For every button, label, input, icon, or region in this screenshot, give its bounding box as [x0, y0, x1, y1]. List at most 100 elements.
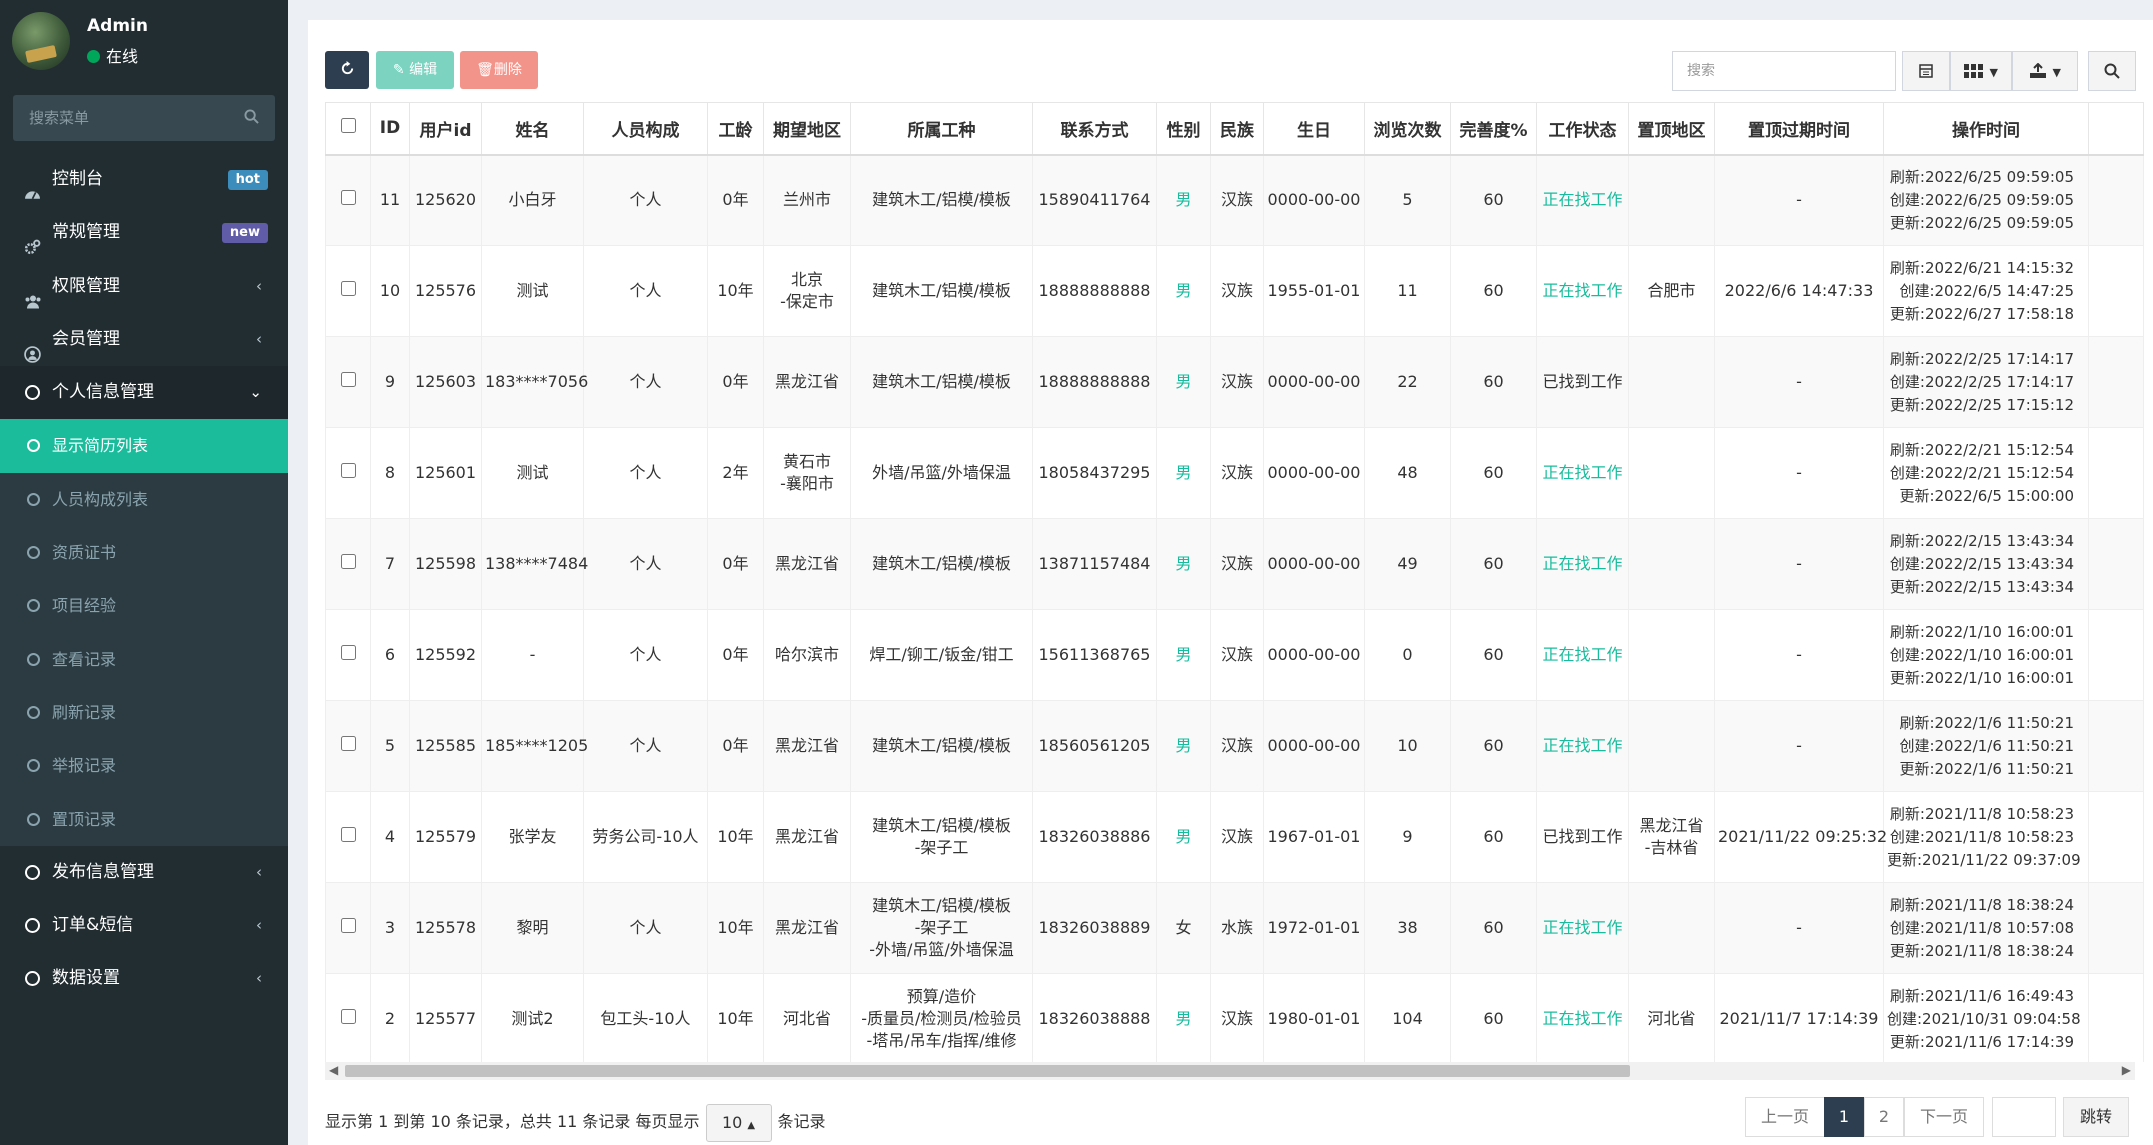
sidebar-item-label: 发布信息管理	[52, 861, 154, 882]
op-time-updated: 更新:2022/6/27 17:58:18	[1889, 304, 2074, 323]
sidebar-item-permissions[interactable]: 权限管理 ‹	[0, 260, 288, 313]
column-header[interactable]: 工作状态	[1536, 102, 1629, 156]
op-time-created: 创建:2021/11/8 10:57:08	[1889, 918, 2074, 937]
work-years-cell: 10年	[707, 882, 764, 974]
phone-cell: 15611368765	[1032, 609, 1157, 701]
user-id-cell: 125603	[409, 336, 482, 428]
expected-area-cell: 河北省	[763, 973, 851, 1062]
row-checkbox[interactable]	[340, 554, 356, 569]
table-search-input[interactable]	[1672, 51, 1896, 91]
operation-time-cell: 刷新:2021/11/8 10:58:23 创建:2021/11/8 10:58:…	[1883, 791, 2089, 883]
scroll-right-icon[interactable]: ▶	[2122, 1063, 2131, 1077]
row-checkbox[interactable]	[340, 281, 356, 296]
column-header[interactable]: 工龄	[707, 102, 764, 156]
advanced-search-button[interactable]	[2088, 51, 2136, 91]
horizontal-scrollbar[interactable]: ◀ ▶	[325, 1062, 2135, 1080]
column-header[interactable]: 生日	[1263, 102, 1365, 156]
expected-area-cell: 黑龙江省	[763, 700, 851, 792]
sidebar-item-label: 数据设置	[52, 968, 120, 989]
jump-button[interactable]: 跳转	[2063, 1097, 2129, 1137]
completeness-cell: 60	[1450, 427, 1537, 519]
row-checkbox[interactable]	[340, 190, 356, 206]
prev-page-button[interactable]: 上一页	[1745, 1097, 1825, 1137]
ethnicity-cell: 水族	[1210, 882, 1264, 974]
column-header[interactable]: 浏览次数	[1364, 102, 1451, 156]
pin-area-cell	[1628, 427, 1715, 519]
user-id-cell: 125579	[409, 791, 482, 883]
row-checkbox[interactable]	[340, 463, 356, 478]
birthday-cell: 1980-01-01	[1263, 973, 1365, 1062]
column-header[interactable]: 置顶过期时间	[1714, 102, 1884, 156]
user-name: Admin	[87, 16, 148, 36]
delete-button[interactable]: 🗑删除	[460, 51, 538, 89]
views-cell: 38	[1364, 882, 1451, 974]
page-2-button[interactable]: 2	[1864, 1097, 1904, 1137]
row-checkbox[interactable]	[340, 918, 356, 933]
row-checkbox[interactable]	[340, 372, 356, 387]
sidebar-item-staff-composition[interactable]: 人员构成列表	[0, 472, 288, 527]
jump-page-input[interactable]	[1992, 1097, 2056, 1137]
op-time-refresh: 刷新:2021/11/6 16:49:43	[1889, 986, 2074, 1005]
sidebar-item-resume-list[interactable]: 显示简历列表	[0, 419, 288, 473]
scrollbar-thumb[interactable]	[345, 1065, 1630, 1077]
edit-button[interactable]: ✎ 编辑	[376, 51, 454, 89]
pin-expire-cell: 2022/6/6 14:47:33	[1714, 245, 1884, 337]
trade-cell-line: 建筑木工/铝模/模板	[872, 372, 1011, 391]
sidebar-item-project-experience[interactable]: 项目经验	[0, 579, 288, 633]
sidebar-item-refresh-records[interactable]: 刷新记录	[0, 685, 288, 740]
row-checkbox[interactable]	[340, 736, 356, 751]
column-header[interactable]: 用户id	[409, 102, 482, 156]
page-size-dropdown[interactable]: 10 ▲	[705, 1103, 772, 1142]
gender-cell: 男	[1156, 791, 1211, 883]
sidebar-search-input[interactable]	[13, 95, 233, 141]
column-header[interactable]: 联系方式	[1032, 102, 1157, 156]
column-header[interactable]: 完善度%	[1450, 102, 1537, 156]
column-header[interactable]: 姓名	[481, 102, 584, 156]
row-select-cell	[325, 882, 371, 974]
ethnicity-cell: 汉族	[1210, 336, 1264, 428]
sidebar: Admin 在线 控制台 hot 常规管理 new 权限管理 ‹ 会员管理 ‹	[0, 0, 288, 1145]
select-all-checkbox[interactable]	[340, 118, 356, 134]
sidebar-item-publish[interactable]: 发布信息管理 ‹	[0, 846, 288, 899]
birthday-cell: 0000-00-00	[1263, 700, 1365, 792]
sidebar-item-view-records[interactable]: 查看记录	[0, 632, 288, 686]
user-id-cell: 125601	[409, 427, 482, 519]
page-1-button[interactable]: 1	[1824, 1097, 1864, 1137]
sidebar-item-general[interactable]: 常规管理 new	[0, 206, 288, 259]
column-header[interactable]: ID	[370, 102, 410, 156]
pin-expire-cell: -	[1714, 336, 1884, 428]
ethnicity-cell: 汉族	[1210, 427, 1264, 519]
row-checkbox[interactable]	[340, 1009, 356, 1024]
cogs-icon	[24, 225, 41, 255]
column-header[interactable]: 性别	[1156, 102, 1211, 156]
search-icon[interactable]	[244, 109, 259, 129]
column-header[interactable]: 期望地区	[763, 102, 851, 156]
toggle-view-button[interactable]	[1902, 51, 1950, 91]
sidebar-item-personal-info[interactable]: 个人信息管理 ⌄	[0, 366, 288, 420]
scroll-left-icon[interactable]: ◀	[329, 1063, 338, 1077]
work-years-cell: 10年	[707, 973, 764, 1062]
sidebar-item-report-records[interactable]: 举报记录	[0, 739, 288, 793]
column-header[interactable]: 人员构成	[583, 102, 708, 156]
column-header[interactable]: 操作时间	[1883, 102, 2089, 156]
row-checkbox[interactable]	[340, 827, 356, 842]
phone-cell: 18326038889	[1032, 882, 1157, 974]
sidebar-item-pin-records[interactable]: 置顶记录	[0, 792, 288, 846]
operation-time-cell: 刷新:2021/11/6 16:49:43 创建:2021/10/31 09:04…	[1883, 973, 2089, 1062]
column-header[interactable]: 民族	[1210, 102, 1264, 156]
trade-cell-line: 建筑木工/铝模/模板	[872, 816, 1011, 835]
export-dropdown-button[interactable]: ▼	[2012, 51, 2078, 91]
sidebar-item-data-settings[interactable]: 数据设置 ‹	[0, 952, 288, 1005]
select-all-cell	[325, 102, 371, 156]
sidebar-item-orders-sms[interactable]: 订单&短信 ‹	[0, 899, 288, 952]
sidebar-item-certificates[interactable]: 资质证书	[0, 526, 288, 580]
column-header[interactable]: 置顶地区	[1628, 102, 1715, 156]
refresh-button[interactable]	[325, 51, 369, 89]
next-page-button[interactable]: 下一页	[1904, 1097, 1984, 1137]
sidebar-item-members[interactable]: 会员管理 ‹	[0, 313, 288, 366]
column-header[interactable]: 所属工种	[850, 102, 1033, 156]
sidebar-item-dashboard[interactable]: 控制台 hot	[0, 153, 288, 206]
columns-dropdown-button[interactable]: ▼	[1950, 51, 2012, 91]
extra-cell	[2088, 700, 2144, 792]
row-checkbox[interactable]	[340, 645, 356, 660]
